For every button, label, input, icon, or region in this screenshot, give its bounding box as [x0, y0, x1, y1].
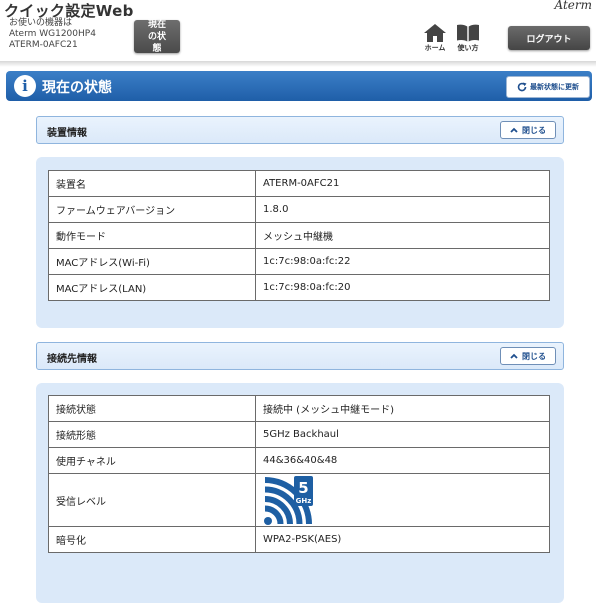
- row-value: 接続中 (メッシュ中継モード): [255, 395, 550, 422]
- device-info-title: 装置情報: [47, 128, 87, 139]
- page-title-bar: i 現在の状態 最新状態に更新: [6, 71, 592, 101]
- connection-info-close-label: 閉じる: [522, 351, 546, 361]
- row-label: MACアドレス(Wi-Fi): [48, 248, 256, 275]
- header-divider: [0, 61, 596, 67]
- table-row: 暗号化 WPA2-PSK(AES): [48, 526, 550, 553]
- table-row: 使用チャネル 44&36&40&48: [48, 447, 550, 474]
- row-value: 1.8.0: [255, 196, 550, 223]
- refresh-label: 最新状態に更新: [530, 83, 579, 91]
- table-row: MACアドレス(Wi-Fi) 1c:7c:98:0a:fc:22: [48, 248, 550, 275]
- connection-info-title: 接続先情報: [47, 354, 97, 365]
- device-info-close-button[interactable]: 閉じる: [500, 121, 556, 139]
- row-label: 使用チャネル: [48, 447, 256, 474]
- device-info-close-label: 閉じる: [522, 125, 546, 135]
- signal-band-number: 5: [298, 479, 308, 497]
- row-value: 1c:7c:98:0a:fc:22: [255, 248, 550, 275]
- current-status-label: 現在の状態: [147, 19, 166, 54]
- signal-dot: [264, 517, 272, 525]
- device-caption: お使いの機器は: [9, 18, 73, 28]
- connection-info-table: 接続状態 接続中 (メッシュ中継モード) 接続形態 5GHz Backhaul …: [48, 395, 550, 553]
- refresh-button[interactable]: 最新状態に更新: [506, 76, 590, 98]
- row-value: メッシュ中継機: [255, 222, 550, 249]
- book-icon: [457, 24, 479, 42]
- device-info-header[interactable]: 装置情報 閉じる: [36, 116, 564, 144]
- current-status-button[interactable]: 現在の状態: [134, 19, 180, 54]
- logout-label: ログアウト: [526, 34, 572, 45]
- row-label: 動作モード: [48, 222, 256, 249]
- aterm-logo: Aterm: [554, 0, 593, 12]
- home-button[interactable]: ホーム: [418, 24, 452, 56]
- row-label: MACアドレス(LAN): [48, 274, 256, 301]
- home-icon: [424, 24, 446, 42]
- row-label: 暗号化: [48, 526, 256, 553]
- device-info-panel: 装置名 ATERM-0AFC21 ファームウェアバージョン 1.8.0 動作モー…: [36, 157, 564, 328]
- table-row: 装置名 ATERM-0AFC21: [48, 170, 550, 197]
- row-label: 接続形態: [48, 421, 256, 448]
- table-row: 動作モード メッシュ中継機: [48, 222, 550, 249]
- signal-strength-icon: 5 GHz: [264, 476, 313, 525]
- row-value: 5GHz Backhaul: [255, 421, 550, 448]
- row-value: 44&36&40&48: [255, 447, 550, 474]
- home-label: ホーム: [424, 44, 446, 52]
- row-value: 5 GHz: [255, 473, 550, 527]
- help-button[interactable]: 使い方: [451, 24, 485, 56]
- table-row: ファームウェアバージョン 1.8.0: [48, 196, 550, 223]
- device-name: ATERM-0AFC21: [9, 40, 78, 50]
- row-value: 1c:7c:98:0a:fc:20: [255, 274, 550, 301]
- row-label: ファームウェアバージョン: [48, 196, 256, 223]
- signal-band-unit: GHz: [296, 497, 312, 505]
- table-row: 接続形態 5GHz Backhaul: [48, 421, 550, 448]
- row-label: 受信レベル: [48, 473, 256, 527]
- chevron-up-icon: [510, 127, 518, 133]
- row-value: WPA2-PSK(AES): [255, 526, 550, 553]
- connection-info-panel: 接続状態 接続中 (メッシュ中継モード) 接続形態 5GHz Backhaul …: [36, 383, 564, 603]
- chevron-up-icon: [510, 353, 518, 359]
- connection-info-close-button[interactable]: 閉じる: [500, 347, 556, 365]
- logout-button[interactable]: ログアウト: [508, 26, 590, 50]
- row-value: ATERM-0AFC21: [255, 170, 550, 197]
- connection-info-header[interactable]: 接続先情報 閉じる: [36, 342, 564, 370]
- refresh-icon: [517, 82, 527, 92]
- help-label: 使い方: [457, 44, 479, 52]
- row-label: 装置名: [48, 170, 256, 197]
- table-row: 接続状態 接続中 (メッシュ中継モード): [48, 395, 550, 422]
- table-row: MACアドレス(LAN) 1c:7c:98:0a:fc:20: [48, 274, 550, 301]
- table-row: 受信レベル 5 GHz: [48, 473, 550, 527]
- page-title: 現在の状態: [42, 80, 112, 96]
- device-info-table: 装置名 ATERM-0AFC21 ファームウェアバージョン 1.8.0 動作モー…: [48, 170, 550, 301]
- device-model: Aterm WG1200HP4: [9, 29, 96, 39]
- row-label: 接続状態: [48, 395, 256, 422]
- info-icon: i: [14, 75, 36, 97]
